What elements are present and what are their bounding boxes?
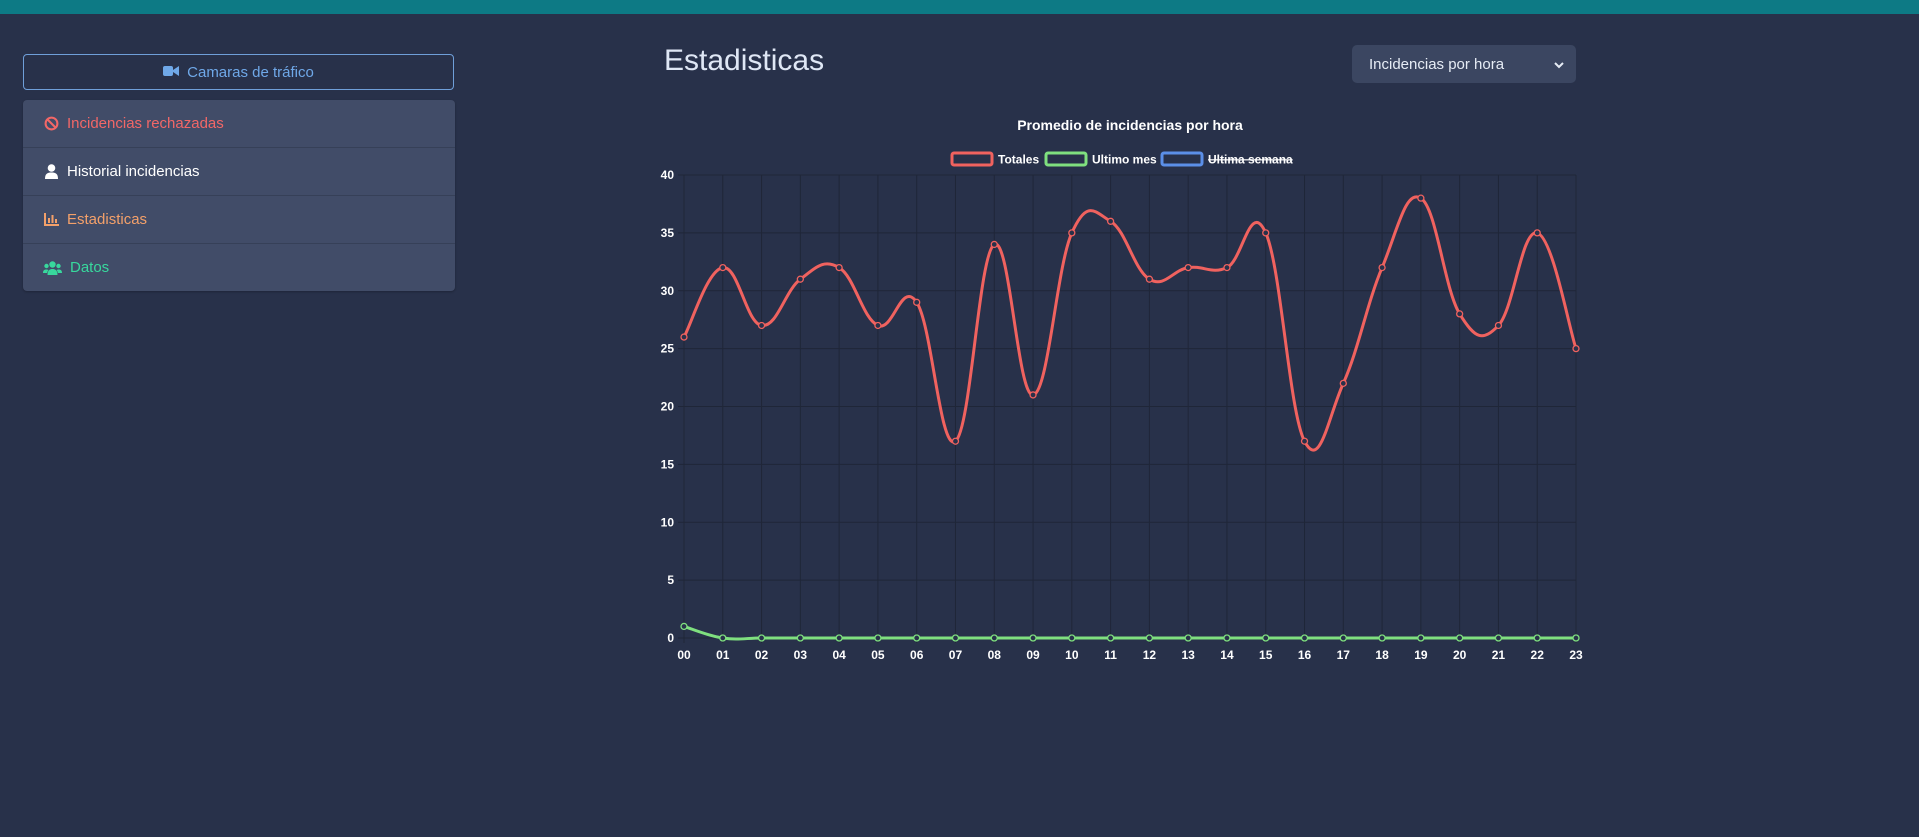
data-point — [719, 634, 727, 642]
x-tick-label: 08 — [988, 648, 1002, 662]
x-tick-label: 03 — [794, 648, 808, 662]
x-tick-label: 07 — [949, 648, 963, 662]
x-tick-label: 00 — [677, 648, 691, 662]
data-point — [1145, 634, 1154, 642]
x-tick-label: 16 — [1298, 648, 1312, 662]
x-tick-label: 05 — [871, 648, 885, 662]
legend-label: Totales — [998, 153, 1039, 167]
data-point — [1300, 634, 1309, 642]
x-tick-label: 02 — [755, 648, 769, 662]
y-tick-label: 10 — [661, 515, 675, 529]
data-point — [1262, 634, 1270, 642]
data-point — [913, 298, 921, 306]
x-tick-label: 09 — [1026, 648, 1040, 662]
x-tick-label: 21 — [1492, 648, 1506, 662]
legend-label: Ultima semana — [1208, 153, 1293, 167]
data-point — [951, 437, 960, 445]
x-tick-label: 18 — [1375, 648, 1389, 662]
data-point — [1417, 634, 1425, 642]
x-tick-label: 19 — [1414, 648, 1428, 662]
data-point — [1262, 229, 1270, 237]
data-point — [1494, 634, 1503, 642]
x-tick-label: 11 — [1104, 648, 1117, 662]
data-point — [1417, 194, 1425, 202]
chart-title: Promedio de incidencias por hora — [1017, 117, 1243, 133]
data-point — [1572, 634, 1580, 642]
data-point — [1456, 634, 1464, 642]
y-tick-label: 30 — [661, 284, 675, 298]
data-point — [1068, 634, 1076, 642]
legend-swatch — [1044, 151, 1088, 167]
data-point — [1494, 321, 1503, 330]
legend-swatch — [950, 151, 994, 167]
data-point — [951, 634, 960, 642]
data-point — [1029, 634, 1037, 642]
data-point — [1145, 275, 1154, 283]
x-tick-label: 06 — [910, 648, 924, 662]
y-tick-label: 0 — [667, 631, 674, 645]
x-tick-label: 01 — [716, 648, 730, 662]
data-point — [1339, 634, 1347, 642]
data-point — [990, 634, 998, 642]
data-point — [757, 321, 766, 330]
incidents-chart: Promedio de incidencias por hora Totales U… — [661, 117, 1583, 662]
series-line — [683, 624, 1576, 641]
y-tick-label: 25 — [661, 342, 675, 356]
y-tick-label: 20 — [661, 400, 675, 414]
data-point — [1223, 263, 1231, 272]
y-tick-label: 35 — [661, 226, 675, 240]
x-tick-label: 15 — [1259, 648, 1273, 662]
data-point — [990, 240, 998, 249]
data-point — [680, 622, 688, 631]
x-tick-label: 23 — [1569, 648, 1583, 662]
data-point — [719, 263, 727, 272]
data-point — [1223, 634, 1231, 642]
x-tick-label: 22 — [1531, 648, 1545, 662]
data-point — [1339, 379, 1347, 388]
data-point — [874, 321, 882, 330]
data-point — [1068, 229, 1076, 237]
data-point — [1456, 310, 1464, 318]
data-point — [1106, 217, 1115, 225]
data-point — [1300, 437, 1309, 445]
x-tick-label: 12 — [1143, 648, 1157, 662]
data-point — [796, 275, 804, 283]
x-tick-label: 04 — [832, 648, 846, 662]
data-point — [874, 634, 882, 642]
data-point — [1378, 263, 1386, 272]
series-line — [682, 195, 1578, 452]
data-point — [1029, 391, 1037, 399]
data-point — [680, 333, 688, 341]
data-point — [1184, 263, 1192, 272]
x-tick-label: 17 — [1337, 648, 1351, 662]
data-point — [1378, 634, 1386, 642]
data-point — [1106, 634, 1115, 642]
data-point — [835, 263, 843, 272]
y-tick-label: 5 — [667, 573, 674, 587]
legend-label: Ultimo mes — [1092, 153, 1157, 167]
legend-swatch — [1160, 151, 1204, 167]
y-tick-label: 40 — [661, 168, 675, 182]
data-point — [913, 634, 921, 642]
data-point — [757, 634, 766, 642]
data-point — [796, 634, 804, 642]
x-tick-label: 13 — [1181, 648, 1195, 662]
x-tick-label: 20 — [1453, 648, 1467, 662]
x-tick-label: 10 — [1065, 648, 1079, 662]
data-point — [835, 634, 843, 642]
data-point — [1572, 344, 1580, 353]
y-tick-label: 15 — [661, 457, 675, 471]
data-point — [1533, 229, 1541, 237]
data-point — [1184, 634, 1192, 642]
data-point — [1533, 634, 1541, 642]
x-tick-label: 14 — [1220, 648, 1234, 662]
